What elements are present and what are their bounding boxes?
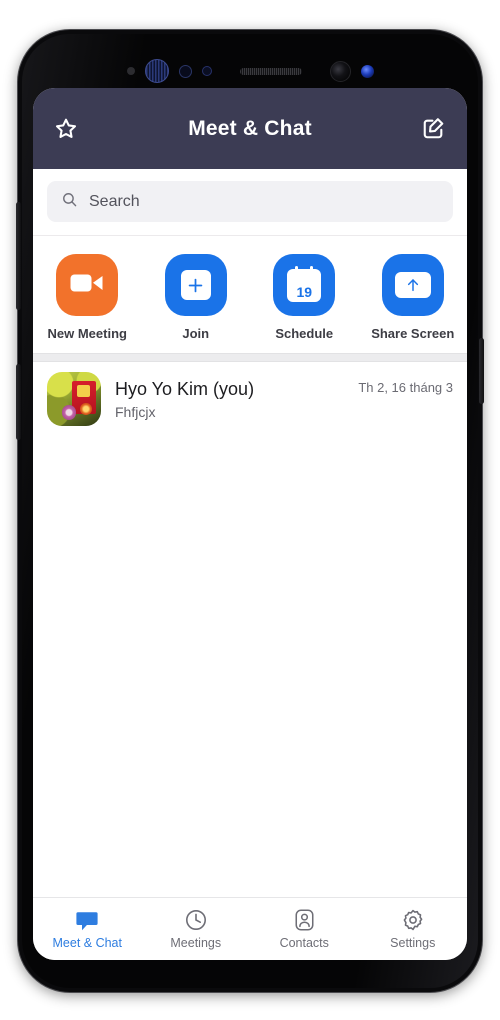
power-button[interactable] <box>479 338 484 404</box>
search-icon <box>61 191 78 213</box>
calendar-ring-left <box>295 265 299 273</box>
list-item[interactable]: Hyo Yo Kim (you) Fhfjcjx Th 2, 16 tháng … <box>33 362 467 436</box>
person-icon <box>293 908 316 932</box>
app-header: Meet & Chat <box>33 88 467 169</box>
join-tile-bg <box>164 254 227 316</box>
new-meeting-button[interactable]: New Meeting <box>33 254 142 341</box>
search-placeholder: Search <box>89 192 140 210</box>
share-screen-button[interactable]: Share Screen <box>359 254 468 341</box>
calendar-day-number: 19 <box>296 283 313 300</box>
avatar-detail-flower-pink <box>62 405 77 420</box>
search-section: Search <box>33 169 467 236</box>
share-screen-tile-bg <box>381 254 444 316</box>
chat-timestamp: Th 2, 16 tháng 3 <box>358 380 453 395</box>
nav-label-meetings: Meetings <box>170 936 222 950</box>
new-meeting-label: New Meeting <box>47 326 127 341</box>
calendar-icon: 19 <box>287 265 322 302</box>
new-meeting-tile-bg <box>56 254 119 316</box>
schedule-label: Schedule <box>275 326 334 341</box>
proximity-sensor-icon <box>126 67 135 75</box>
front-camera-icon <box>329 60 351 82</box>
ambient-light-sensor-icon <box>178 64 192 78</box>
bixby-button[interactable] <box>16 364 21 440</box>
avatar <box>47 372 101 426</box>
share-screen-label: Share Screen <box>371 326 455 341</box>
nav-label-meet-and-chat: Meet & Chat <box>52 936 122 950</box>
quick-actions-row: New Meeting Join 19 Schedule Share Scree… <box>33 236 467 353</box>
schedule-tile-bg: 19 <box>273 254 336 316</box>
earpiece-speaker-icon <box>239 67 302 75</box>
nav-label-contacts: Contacts <box>279 936 329 950</box>
schedule-button[interactable]: 19 Schedule <box>250 254 359 341</box>
plus-icon <box>180 270 211 300</box>
nav-label-settings: Settings <box>390 936 436 950</box>
search-input[interactable]: Search <box>47 181 453 222</box>
compose-icon[interactable] <box>417 112 451 146</box>
star-icon[interactable] <box>49 112 83 146</box>
phone-device: Meet & Chat Search New Meeting Join 19 S… <box>16 30 484 992</box>
sensor-strip <box>18 58 482 84</box>
calendar-ring-right <box>310 265 314 273</box>
chat-bubble-icon <box>75 908 99 932</box>
video-camera-icon <box>70 272 104 299</box>
page-title: Meet & Chat <box>188 116 312 140</box>
chat-contact-name: Hyo Yo Kim (you) <box>115 379 255 400</box>
arrow-up-icon <box>394 272 431 298</box>
clock-icon <box>184 908 208 932</box>
join-button[interactable]: Join <box>142 254 251 341</box>
chat-list: Hyo Yo Kim (you) Fhfjcjx Th 2, 16 tháng … <box>33 362 467 897</box>
nav-item-meetings[interactable]: Meetings <box>142 908 251 950</box>
secondary-sensor-icon <box>201 66 212 76</box>
gear-icon <box>401 908 425 932</box>
nav-item-contacts[interactable]: Contacts <box>250 908 359 950</box>
section-separator <box>33 353 467 362</box>
bottom-navigation: Meet & Chat Meetings Contacts Settings <box>33 897 467 960</box>
notification-led-icon <box>360 64 374 78</box>
volume-rocker-button[interactable] <box>16 202 21 310</box>
nav-item-meet-and-chat[interactable]: Meet & Chat <box>33 908 142 950</box>
iris-scanner-icon <box>144 59 169 83</box>
chat-message-preview: Fhfjcjx <box>115 403 156 420</box>
nav-item-settings[interactable]: Settings <box>359 908 468 950</box>
join-label: Join <box>182 326 210 341</box>
phone-screen: Meet & Chat Search New Meeting Join 19 S… <box>33 88 467 960</box>
chat-text-block: Hyo Yo Kim (you) Fhfjcjx <box>115 378 350 420</box>
